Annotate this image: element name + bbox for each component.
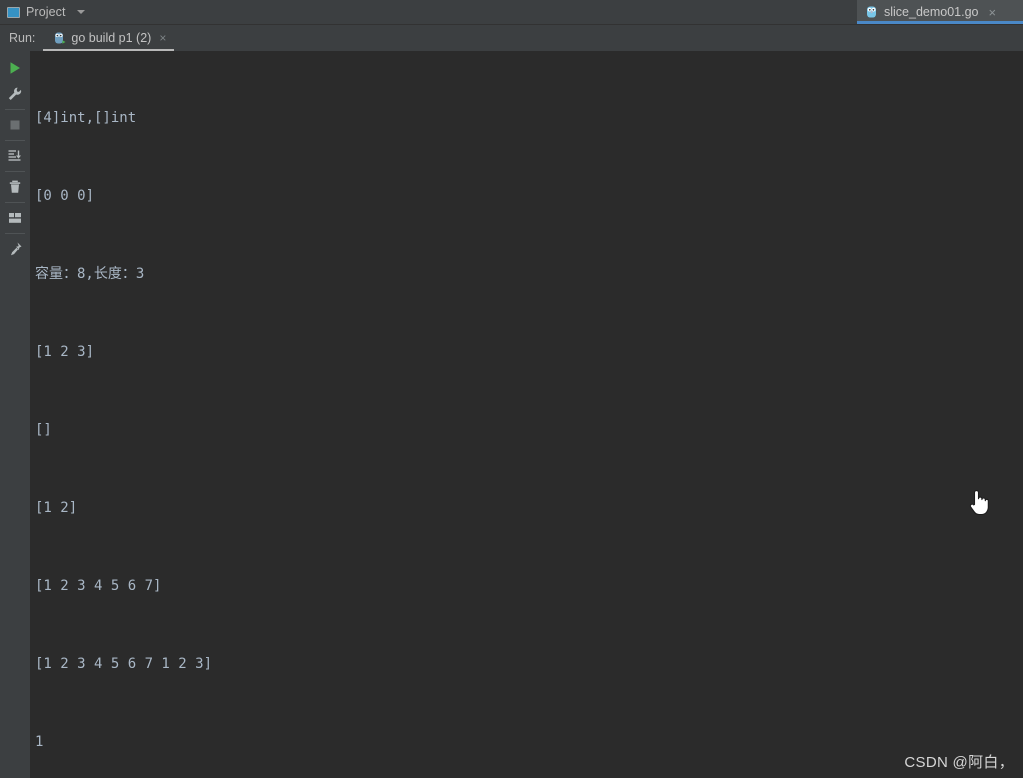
run-panel-title: Run: [9,31,36,45]
sidebar-separator [5,202,25,203]
console-line: [4]int,[]int [35,110,137,126]
run-sidebar-toolbar [0,51,30,778]
editor-tab-strip: slice_demo01.go × [857,0,1023,24]
sidebar-separator [5,171,25,172]
soft-wrap-icon[interactable] [0,205,30,231]
run-configuration-tab[interactable]: go build p1 (2) × [43,25,175,51]
sidebar-separator [5,109,25,110]
console-line: 1 [35,734,44,750]
scroll-to-end-icon[interactable] [0,143,30,169]
run-tool-window-body: [4]int,[]int [0 0 0] 容量：8,长度：3 [1 2 3] [… [0,51,1023,778]
csdn-watermark: CSDN @阿白， [904,754,1014,771]
console-line: 容量：8,长度：3 [35,266,145,282]
pin-icon[interactable] [0,236,30,262]
console-line: [0 0 0] [35,188,95,204]
close-icon[interactable]: × [159,32,166,44]
close-icon[interactable]: × [989,6,997,19]
console-line: [1 2 3 4 5 6 7 1 2 3] [35,656,213,672]
project-panel-label: Project [26,5,66,19]
trash-icon[interactable] [0,174,30,200]
project-panel-button[interactable]: Project [0,0,93,24]
run-tool-window-header: Run: go build p1 (2) × [0,25,1023,51]
console-lines: [4]int,[]int [0 0 0] 容量：8,长度：3 [1 2 3] [… [30,53,1023,778]
go-gopher-icon [53,31,66,45]
goland-ide-window: Project slice_demo01.go × Run: go build … [0,0,1023,778]
project-window-icon [7,6,20,18]
stop-icon [0,112,30,138]
console-line: [1 2] [35,500,78,516]
console-line: [1 2 3 4 5 6 7] [35,578,162,594]
editor-tab-label: slice_demo01.go [884,5,979,19]
sidebar-separator [5,140,25,141]
editor-tab-slice-demo01[interactable]: slice_demo01.go × [857,0,1023,24]
top-toolbar: Project slice_demo01.go × [0,0,1023,25]
wrench-icon[interactable] [0,81,30,107]
sidebar-separator [5,233,25,234]
console-line: [1 2 3] [35,344,95,360]
chevron-down-icon[interactable] [76,10,85,14]
run-configuration-label: go build p1 (2) [71,31,152,45]
rerun-play-icon[interactable] [0,55,30,81]
go-gopher-icon [865,5,878,19]
console-line: [] [35,422,52,438]
console-output-panel[interactable]: [4]int,[]int [0 0 0] 容量：8,长度：3 [1 2 3] [… [30,51,1023,778]
